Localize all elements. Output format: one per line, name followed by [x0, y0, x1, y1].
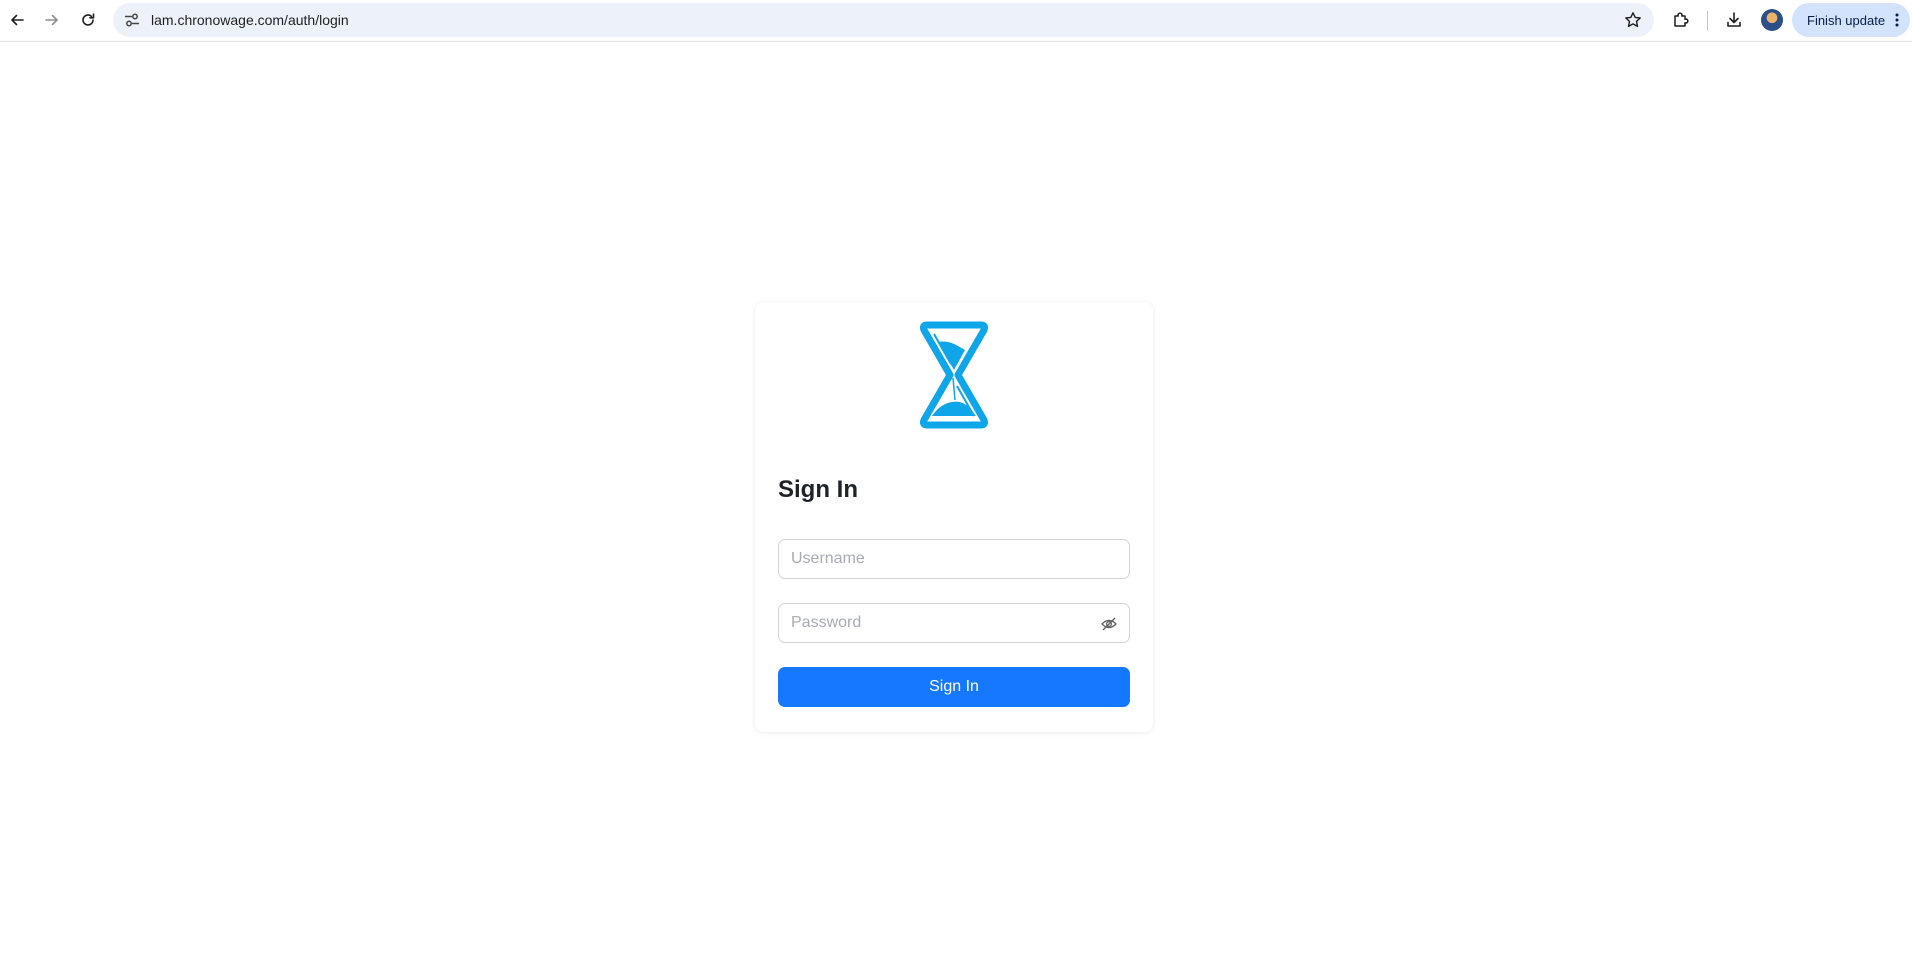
reload-icon: [82, 13, 95, 26]
username-input[interactable]: [779, 540, 1129, 578]
toolbar-divider: [1707, 11, 1708, 31]
address-bar[interactable]: lam.chronowage.com/auth/login: [113, 3, 1654, 37]
tune-icon[interactable]: [123, 11, 141, 34]
password-field[interactable]: [778, 603, 1130, 643]
extensions-button[interactable]: [1666, 5, 1696, 35]
avatar[interactable]: [1761, 9, 1783, 31]
login-card: Sign In Sign In: [755, 302, 1153, 732]
url-text[interactable]: lam.chronowage.com/auth/login: [151, 3, 349, 37]
forward-button[interactable]: [37, 5, 67, 35]
kebab-menu-icon[interactable]: [1895, 13, 1899, 30]
downloads-button[interactable]: [1719, 5, 1749, 35]
eye-off-icon[interactable]: [1100, 615, 1118, 633]
username-field[interactable]: [778, 539, 1130, 579]
puzzle-icon: [1674, 12, 1689, 27]
arrow-right-icon: [45, 14, 58, 26]
download-icon: [1727, 12, 1741, 27]
hourglass-logo: [918, 320, 990, 430]
reload-button[interactable]: [73, 5, 103, 35]
star-icon[interactable]: [1624, 11, 1642, 34]
browser-toolbar: lam.chronowage.com/auth/login Finish upd…: [0, 0, 1912, 42]
sign-in-button[interactable]: Sign In: [778, 667, 1130, 707]
password-input[interactable]: [779, 604, 1129, 642]
arrow-left-icon: [11, 14, 24, 26]
back-button[interactable]: [2, 5, 32, 35]
finish-update-label: Finish update: [1807, 12, 1886, 28]
finish-update-button[interactable]: Finish update: [1792, 3, 1910, 37]
page-title: Sign In: [778, 476, 858, 503]
